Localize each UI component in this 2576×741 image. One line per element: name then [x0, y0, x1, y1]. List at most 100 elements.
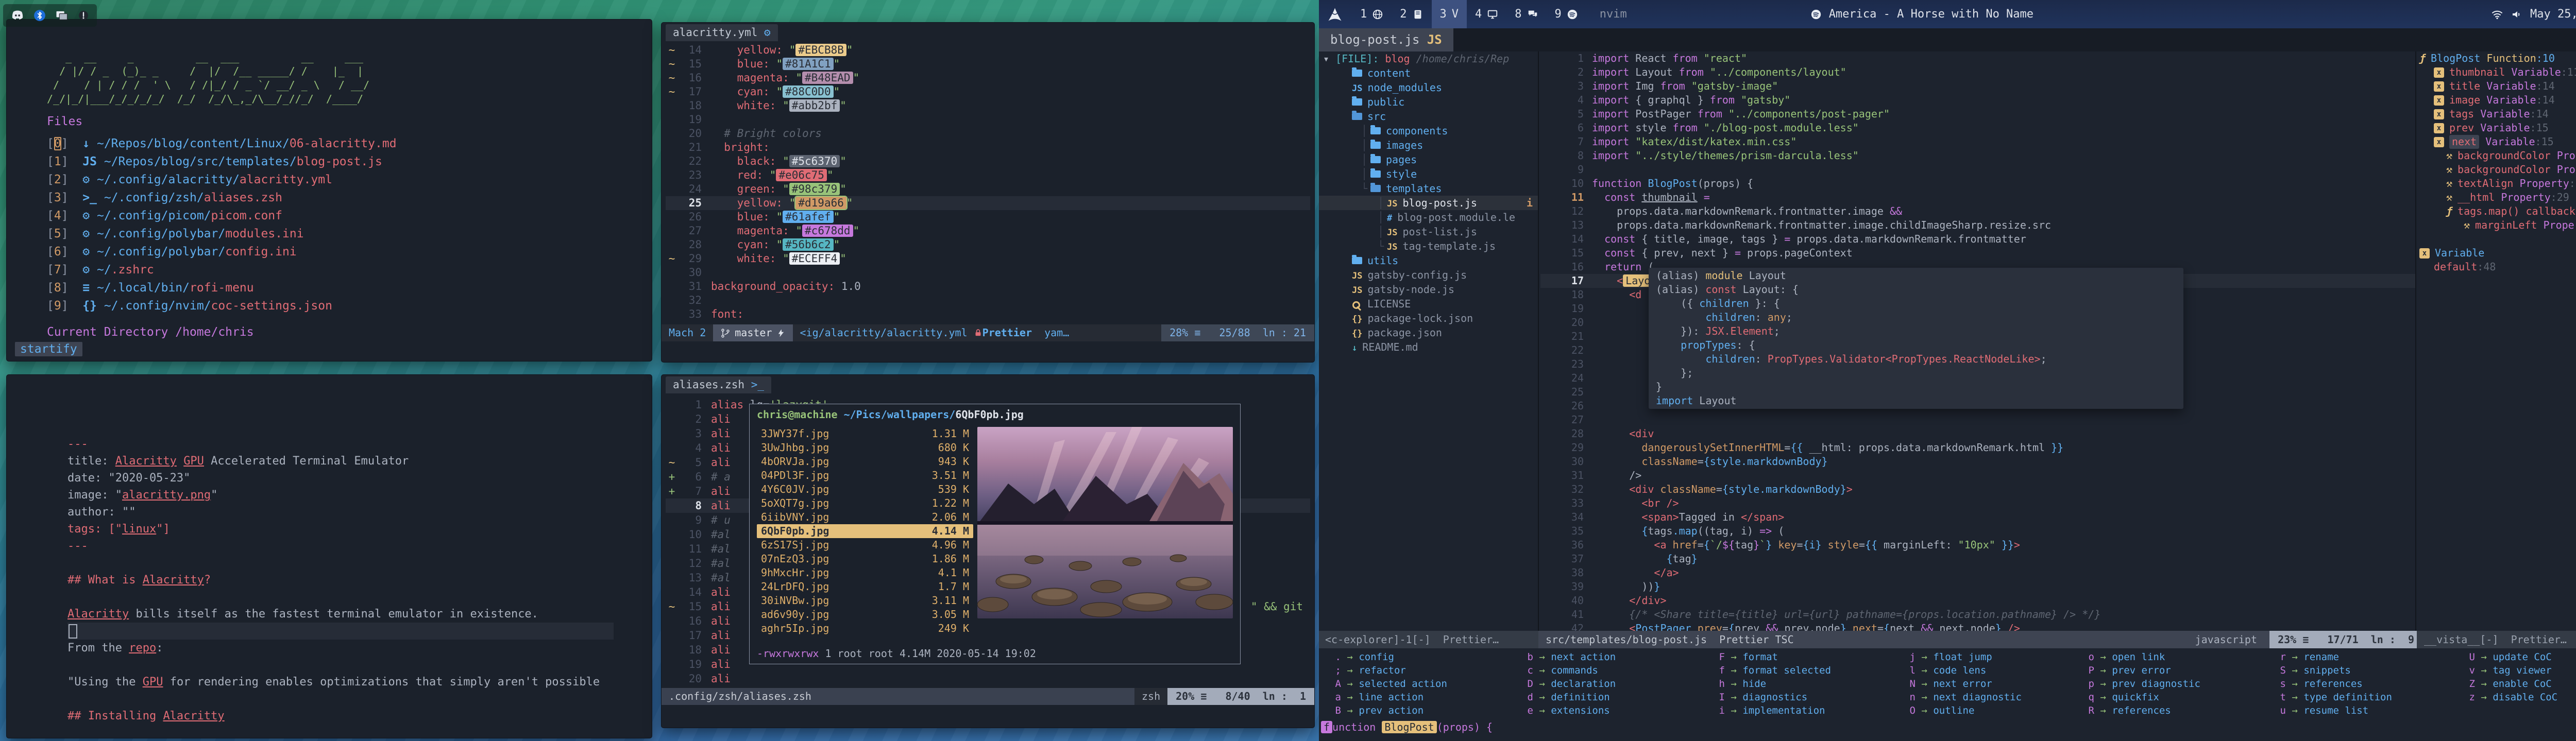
alert-icon[interactable] [77, 9, 90, 22]
wifi-icon[interactable] [2491, 8, 2503, 21]
whichkey-binding[interactable]: a → line action [1334, 691, 1447, 704]
tab-aliases-zsh[interactable]: aliases.zsh >_ [666, 376, 771, 393]
outline-item[interactable]: xtags Variable:14 [2416, 107, 2576, 121]
lf-file-row[interactable]: 6zS17Sj.jpg4.96 M [757, 538, 973, 552]
whichkey-binding[interactable]: e → extensions [1526, 704, 1616, 717]
whichkey-binding[interactable]: j → float jump [1908, 650, 2022, 664]
whichkey-binding[interactable]: o → open link [2087, 650, 2200, 664]
tree-item-pages[interactable]: │pages [1319, 152, 1538, 167]
tree-item-utils[interactable]: utils [1319, 253, 1538, 268]
outline-item[interactable]: ⚒marginLeft Property:36 [2416, 218, 2576, 232]
tree-item-package-lock.json[interactable]: {}package-lock.json [1319, 311, 1538, 325]
whichkey-binding[interactable]: P → prev error [2087, 664, 2200, 677]
whichkey-binding[interactable]: S → snippets [2279, 664, 2392, 677]
lf-file-row[interactable]: 3JWY37f.jpg1.31 M [757, 427, 973, 441]
tree-item-components[interactable]: │components [1319, 124, 1538, 138]
lf-file-row[interactable]: 4bORVJa.jpg943 K [757, 455, 973, 469]
lf-file-row[interactable]: 30iNVBw.jpg3.11 M [757, 594, 973, 608]
workspace-4[interactable]: 4 [1467, 0, 1506, 28]
workspace-1[interactable]: 1 [1352, 0, 1392, 28]
whichkey-binding[interactable]: n → next diagnostic [1908, 691, 2022, 704]
lf-file-row[interactable]: 07nEzQ3.jpg1.86 M [757, 552, 973, 566]
whichkey-binding[interactable]: B → prev action [1334, 704, 1447, 717]
lf-file-manager-float[interactable]: chris@machine ~/Pics/wallpapers/6QbF0pb.… [749, 404, 1241, 664]
whichkey-binding[interactable]: b → next action [1526, 650, 1616, 664]
whichkey-binding[interactable]: d → definition [1526, 691, 1616, 704]
whichkey-binding[interactable]: R → references [2087, 704, 2200, 717]
terminal-startify[interactable]: _ __ _ __ ___ __ ___ / |/ / _ (_)_ _ / |… [6, 19, 652, 361]
spotify-icon[interactable] [1810, 9, 1822, 20]
outline-item[interactable] [2416, 232, 2576, 246]
outline-item[interactable]: xVariable [2416, 246, 2576, 260]
startify-entry[interactable]: [0] ↓ ~/Repos/blog/content/Linux/06-alac… [47, 135, 397, 153]
tab-blog-post-js[interactable]: blog-post.js JS [1319, 28, 1453, 51]
lf-file-row[interactable]: 6iibVNY.jpg2.06 M [757, 510, 973, 524]
tree-item-post-list.js[interactable]: │JSpost-list.js [1319, 225, 1538, 239]
outline-item[interactable]: ⚒backgroundColor Property: [2416, 163, 2576, 177]
whichkey-binding[interactable]: u → resume list [2279, 704, 2392, 717]
whichkey-binding[interactable]: c → commands [1526, 664, 1616, 677]
outline-item[interactable]: xtitle Variable:14 [2416, 79, 2576, 93]
whichkey-binding[interactable]: A → selected action [1334, 677, 1447, 691]
whichkey-binding[interactable]: l → code lens [1908, 664, 2022, 677]
workspace-9[interactable]: 9 [1547, 0, 1586, 28]
whichkey-binding[interactable]: N → next error [1908, 677, 2022, 691]
tree-item-blog-post.module.le[interactable]: │#blog-post.module.le [1319, 210, 1538, 225]
tree-item-node_modules[interactable]: JSnode_modules [1319, 80, 1538, 95]
outline-item[interactable]: ximage Variable:14 [2416, 93, 2576, 107]
startify-entry[interactable]: [4] ⚙ ~/.config/picom/picom.conf [47, 207, 397, 225]
tree-item-content[interactable]: content [1319, 66, 1538, 80]
whichkey-binding[interactable]: O → outline [1908, 704, 2022, 717]
tab-alacritty-yml[interactable]: alacritty.yml ⚙ [666, 24, 778, 41]
whichkey-binding[interactable]: t → type definition [2279, 691, 2392, 704]
volume-icon[interactable] [2511, 8, 2523, 21]
whichkey-binding[interactable]: D → declaration [1526, 677, 1616, 691]
whichkey-binding[interactable]: r → rename [2279, 650, 2392, 664]
tree-item-public[interactable]: public [1319, 95, 1538, 109]
startify-entry[interactable]: [8] ≡ ~/.local/bin/rofi-menu [47, 279, 397, 297]
outline-item[interactable]: ƒBlogPost Function:10 [2416, 51, 2576, 65]
workspace-3[interactable]: 3V [1432, 0, 1467, 28]
startify-entry[interactable]: [3] >_ ~/.config/zsh/aliases.zsh [47, 189, 397, 207]
whichkey-binding[interactable]: q → quickfix [2087, 691, 2200, 704]
workspace-8[interactable]: 8 [1506, 0, 1546, 28]
lf-file-row[interactable]: 3UwJhbg.jpg680 K [757, 441, 973, 455]
whichkey-binding[interactable]: U → update CoC [2468, 650, 2557, 664]
tree-item-gatsby-config.js[interactable]: JSgatsby-config.js [1319, 268, 1538, 282]
tree-item-src[interactable]: src [1319, 109, 1538, 124]
outline-item[interactable]: ƒtags.map() callback Functi [2416, 204, 2576, 218]
whichkey-binding[interactable]: ; → refactor [1334, 664, 1447, 677]
outline-item[interactable]: ⚒textAlign Property:25 [2416, 177, 2576, 191]
whichkey-binding[interactable]: h → hide [1718, 677, 1831, 691]
whichkey-binding[interactable]: Z → enable CoC [2468, 677, 2557, 691]
startify-entry[interactable]: [2] ⚙ ~/.config/alacritty/alacritty.yml [47, 171, 397, 189]
lf-file-row[interactable]: 24LrDFQ.jpg1.7 M [757, 580, 973, 594]
screens-icon[interactable] [55, 8, 69, 23]
whichkey-binding[interactable]: F → format [1718, 650, 1831, 664]
outline-item[interactable]: ⚒backgroundColor Property: [2416, 149, 2576, 163]
outline-item[interactable]: ⚒__html Property:29 [2416, 191, 2576, 204]
window-aliases-zsh[interactable]: aliases.zsh >_ 1alias lg='lazygit' 2ali … [661, 374, 1315, 728]
startify-entry[interactable]: [7] ⚙ ~/.zshrc [47, 261, 397, 279]
lf-file-row[interactable]: 5oXQT7g.jpg1.22 M [757, 496, 973, 510]
tree-item-tag-template.js[interactable]: └JStag-template.js [1319, 239, 1538, 253]
whichkey-binding[interactable]: i → implementation [1718, 704, 1831, 717]
lf-file-row[interactable]: 04PDl3F.jpg3.51 M [757, 469, 973, 482]
whichkey-binding[interactable]: I → diagnostics [1718, 691, 1831, 704]
discord-icon[interactable] [10, 8, 25, 23]
tree-item-templates[interactable]: └templates [1319, 181, 1538, 196]
system-tray[interactable] [3, 4, 97, 27]
outline-item[interactable]: xthumbnail Variable:11 [2416, 65, 2576, 79]
startify-entry[interactable]: [1] JS ~/Repos/blog/src/templates/blog-p… [47, 153, 397, 171]
nvim-editor[interactable]: blog-post.js JS ▾ [FILE]: blog /home/chr… [1319, 28, 2576, 741]
tree-item-style[interactable]: │style [1319, 167, 1538, 181]
tree-root[interactable]: ▾ [FILE]: blog /home/chris/Rep [1319, 51, 1538, 66]
tree-item-gatsby-node.js[interactable]: JSgatsby-node.js [1319, 282, 1538, 297]
lf-file-row[interactable]: ad6v90y.jpg3.05 M [757, 608, 973, 622]
now-playing[interactable]: America - A Horse with No Name [1829, 8, 2033, 21]
whichkey-binding[interactable]: . → config [1334, 650, 1447, 664]
outline-item[interactable]: xprev Variable:15 [2416, 121, 2576, 135]
terminal-markdown-preview[interactable]: ---title: Alacritty GPU Accelerated Term… [6, 374, 652, 738]
whichkey-binding[interactable]: p → prev diagnostic [2087, 677, 2200, 691]
bluetooth-icon[interactable] [33, 9, 46, 22]
